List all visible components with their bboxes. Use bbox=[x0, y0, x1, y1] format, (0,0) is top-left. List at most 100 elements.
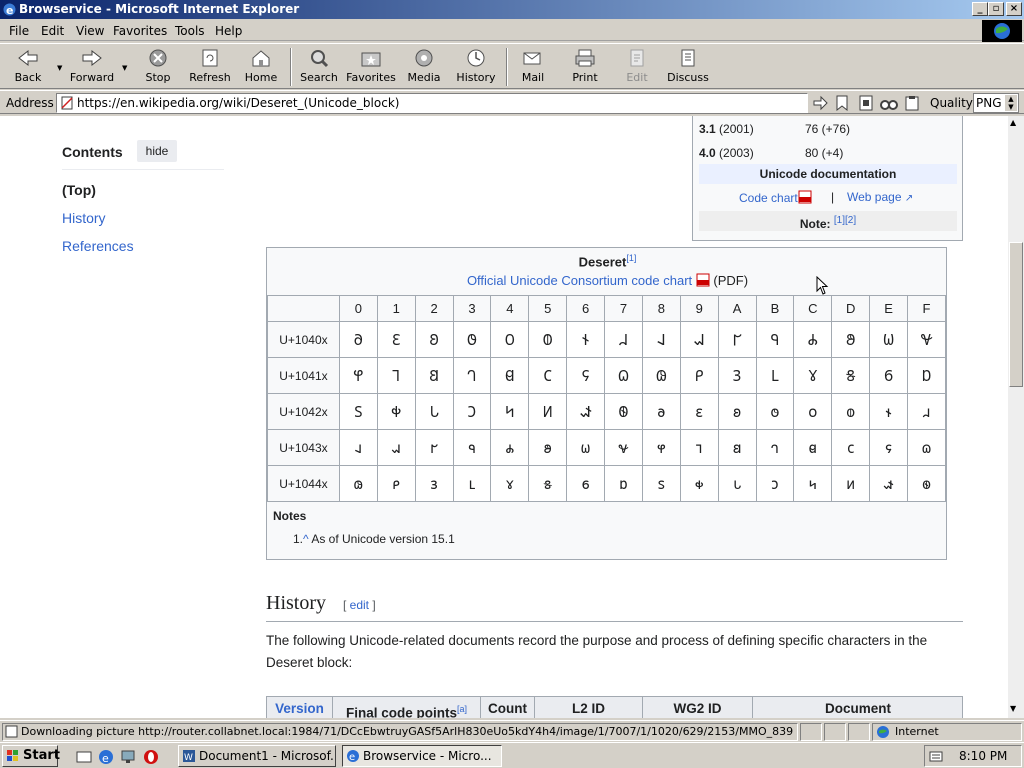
history-button[interactable]: History bbox=[454, 46, 498, 88]
grid-character-cell[interactable]: 𐐔 bbox=[490, 357, 530, 394]
grid-character-cell[interactable]: 𐐩 bbox=[679, 393, 719, 430]
grid-character-cell[interactable]: 𐐰 bbox=[338, 429, 378, 466]
code-chart-link[interactable]: Code chart bbox=[739, 190, 812, 205]
grid-character-cell[interactable]: 𐐻 bbox=[755, 429, 795, 466]
grid-character-cell[interactable]: 𐐅 bbox=[528, 321, 568, 358]
grid-character-cell[interactable]: 𐑄 bbox=[490, 465, 530, 502]
official-chart-link[interactable]: Official Unicode Consortium code chart bbox=[467, 273, 692, 288]
grid-character-cell[interactable]: 𐐟 bbox=[907, 357, 946, 394]
bookmark-icon[interactable] bbox=[835, 95, 849, 111]
grid-character-cell[interactable]: 𐐀 bbox=[338, 321, 378, 358]
scroll-down-icon[interactable]: ▼ bbox=[1010, 704, 1016, 713]
start-button[interactable]: Start bbox=[2, 745, 60, 767]
grid-character-cell[interactable]: 𐐥 bbox=[528, 393, 568, 430]
grid-character-cell[interactable]: 𐐸 bbox=[641, 429, 681, 466]
grid-character-cell[interactable]: 𐑆 bbox=[566, 465, 606, 502]
grid-character-cell[interactable]: 𐐜 bbox=[793, 357, 833, 394]
quality-select[interactable]: PNG ▲ ▼ bbox=[973, 93, 1019, 113]
page-view-icon[interactable] bbox=[858, 95, 874, 111]
grid-character-cell[interactable]: 𐐏 bbox=[907, 321, 946, 358]
scrollbar-thumb[interactable] bbox=[1009, 242, 1023, 387]
menu-tools[interactable]: Tools bbox=[175, 24, 205, 38]
grid-character-cell[interactable]: 𐐗 bbox=[604, 357, 643, 394]
toc-item-history[interactable]: History bbox=[62, 210, 106, 226]
clock[interactable]: 8:10 PM bbox=[959, 749, 1007, 763]
grid-character-cell[interactable]: 𐐙 bbox=[679, 357, 719, 394]
grid-character-cell[interactable]: 𐐡 bbox=[376, 393, 416, 430]
grid-character-cell[interactable]: 𐑋 bbox=[755, 465, 795, 502]
grid-character-cell[interactable]: 𐐊 bbox=[717, 321, 757, 358]
menu-edit[interactable]: Edit bbox=[41, 24, 64, 38]
minimize-button[interactable]: _ bbox=[972, 2, 988, 16]
grid-character-cell[interactable]: 𐐐 bbox=[338, 357, 378, 394]
grid-character-cell[interactable]: 𐐈 bbox=[641, 321, 681, 358]
grid-character-cell[interactable]: 𐐿 bbox=[907, 429, 946, 466]
show-desktop-icon[interactable] bbox=[76, 749, 92, 765]
back-dropdown-icon[interactable]: ▼ bbox=[57, 64, 62, 72]
grid-character-cell[interactable]: 𐐎 bbox=[869, 321, 908, 358]
vertical-scrollbar[interactable]: ▲ ▼ bbox=[1008, 116, 1024, 718]
grid-character-cell[interactable]: 𐐾 bbox=[869, 429, 908, 466]
grid-character-cell[interactable]: 𐐝 bbox=[831, 357, 871, 394]
close-button[interactable]: × bbox=[1006, 2, 1022, 16]
clipboard-icon[interactable] bbox=[904, 95, 920, 111]
grid-character-cell[interactable]: 𐐵 bbox=[528, 429, 568, 466]
grid-character-cell[interactable]: 𐐉 bbox=[679, 321, 719, 358]
address-input[interactable]: https://en.wikipedia.org/wiki/Deseret_(U… bbox=[56, 93, 808, 113]
grid-character-cell[interactable]: 𐐖 bbox=[566, 357, 606, 394]
grid-character-cell[interactable]: 𐐭 bbox=[831, 393, 871, 430]
grid-character-cell[interactable]: 𐐽 bbox=[831, 429, 871, 466]
grid-character-cell[interactable]: 𐐦 bbox=[566, 393, 606, 430]
grid-character-cell[interactable]: 𐐷 bbox=[604, 429, 643, 466]
grid-character-cell[interactable]: 𐐼 bbox=[793, 429, 833, 466]
grid-character-cell[interactable]: 𐐴 bbox=[490, 429, 530, 466]
grid-character-cell[interactable]: 𐑏 bbox=[907, 465, 946, 502]
grid-character-cell[interactable]: 𐐺 bbox=[717, 429, 757, 466]
grid-character-cell[interactable]: 𐐪 bbox=[717, 393, 757, 430]
grid-character-cell[interactable]: 𐐣 bbox=[452, 393, 492, 430]
table-title-ref[interactable]: [1] bbox=[626, 253, 636, 263]
grid-character-cell[interactable]: 𐑊 bbox=[717, 465, 757, 502]
search-button[interactable]: Search bbox=[298, 46, 340, 88]
grid-character-cell[interactable]: 𐐁 bbox=[376, 321, 416, 358]
task-browservice[interactable]: e Browservice - Micro... bbox=[342, 745, 502, 767]
tray-network-icon[interactable] bbox=[929, 749, 943, 763]
note-1-backlink[interactable]: ^ bbox=[303, 532, 309, 546]
grid-character-cell[interactable]: 𐐬 bbox=[793, 393, 833, 430]
edit-button[interactable]: Edit bbox=[620, 46, 654, 88]
col-version[interactable]: Version bbox=[267, 697, 333, 718]
opera-quicklaunch-icon[interactable] bbox=[143, 749, 159, 765]
grid-character-cell[interactable]: 𐐛 bbox=[755, 357, 795, 394]
grid-character-cell[interactable]: 𐐶 bbox=[566, 429, 606, 466]
grid-character-cell[interactable]: 𐐄 bbox=[490, 321, 530, 358]
toc-item-top[interactable]: (Top) bbox=[62, 182, 96, 198]
grid-character-cell[interactable]: 𐐢 bbox=[414, 393, 454, 430]
grid-character-cell[interactable]: 𐐃 bbox=[452, 321, 492, 358]
grid-character-cell[interactable]: 𐐇 bbox=[604, 321, 643, 358]
home-button[interactable]: Home bbox=[242, 46, 280, 88]
grid-character-cell[interactable]: 𐐆 bbox=[566, 321, 606, 358]
grid-character-cell[interactable]: 𐐹 bbox=[679, 429, 719, 466]
task-document1[interactable]: W Document1 - Microsof... bbox=[178, 745, 336, 767]
grid-character-cell[interactable]: 𐐠 bbox=[338, 393, 378, 430]
back-button[interactable]: Back bbox=[6, 46, 50, 88]
ie-quicklaunch-icon[interactable]: e bbox=[98, 749, 114, 765]
grid-character-cell[interactable]: 𐐂 bbox=[414, 321, 454, 358]
grid-character-cell[interactable]: 𐐨 bbox=[641, 393, 681, 430]
menu-favorites[interactable]: Favorites bbox=[113, 24, 167, 38]
grid-character-cell[interactable]: 𐐤 bbox=[490, 393, 530, 430]
grid-character-cell[interactable]: 𐐌 bbox=[793, 321, 833, 358]
favorites-button[interactable]: Favorites bbox=[345, 46, 397, 88]
grid-character-cell[interactable]: 𐐘 bbox=[641, 357, 681, 394]
grid-character-cell[interactable]: 𐑁 bbox=[376, 465, 416, 502]
stop-button[interactable]: Stop bbox=[138, 46, 178, 88]
grid-character-cell[interactable]: 𐑉 bbox=[679, 465, 719, 502]
find-icon[interactable] bbox=[880, 95, 898, 111]
grid-character-cell[interactable]: 𐐯 bbox=[907, 393, 946, 430]
grid-character-cell[interactable]: 𐑀 bbox=[338, 465, 378, 502]
grid-character-cell[interactable]: 𐐚 bbox=[717, 357, 757, 394]
grid-character-cell[interactable]: 𐑌 bbox=[793, 465, 833, 502]
grid-character-cell[interactable]: 𐑇 bbox=[604, 465, 643, 502]
go-arrow-icon[interactable] bbox=[812, 95, 828, 111]
grid-character-cell[interactable]: 𐑅 bbox=[528, 465, 568, 502]
